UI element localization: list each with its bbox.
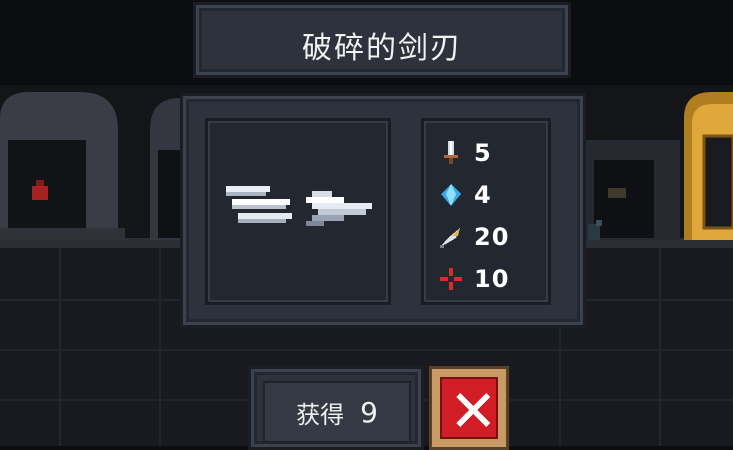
damage-value: 5 <box>474 139 492 167</box>
broken-blade-icon <box>226 186 372 226</box>
stat-row-crit: 20 <box>438 223 509 251</box>
obtain-button[interactable]: 获得 9 <box>263 381 411 443</box>
weapon-preview-slot <box>205 118 391 305</box>
crosshair-accuracy-icon <box>440 268 462 290</box>
obtain-price-panel: 获得 9 <box>248 366 424 450</box>
close-button[interactable] <box>429 366 509 450</box>
stat-row-damage: 5 <box>438 139 492 167</box>
stat-row-accuracy: 10 <box>438 265 509 293</box>
energy-value: 4 <box>474 181 492 209</box>
obtain-cost: 9 <box>360 395 378 429</box>
close-button-face <box>440 377 498 439</box>
accuracy-value: 10 <box>474 265 510 293</box>
close-x-icon <box>456 393 490 427</box>
item-name: 破碎的剑刃 <box>302 31 462 66</box>
crit-value: 20 <box>474 223 510 251</box>
obtain-label: 获得 <box>296 400 345 429</box>
energy-crystal-icon <box>441 184 461 206</box>
item-info-panel: 5 4 20 10 <box>180 93 586 328</box>
stat-row-energy: 4 <box>438 181 492 209</box>
feather-crit-icon <box>440 228 460 248</box>
sword-damage-icon <box>444 141 458 164</box>
item-name-panel: 破碎的剑刃 <box>193 2 571 78</box>
weapon-stats-slot: 5 4 20 10 <box>421 118 551 305</box>
